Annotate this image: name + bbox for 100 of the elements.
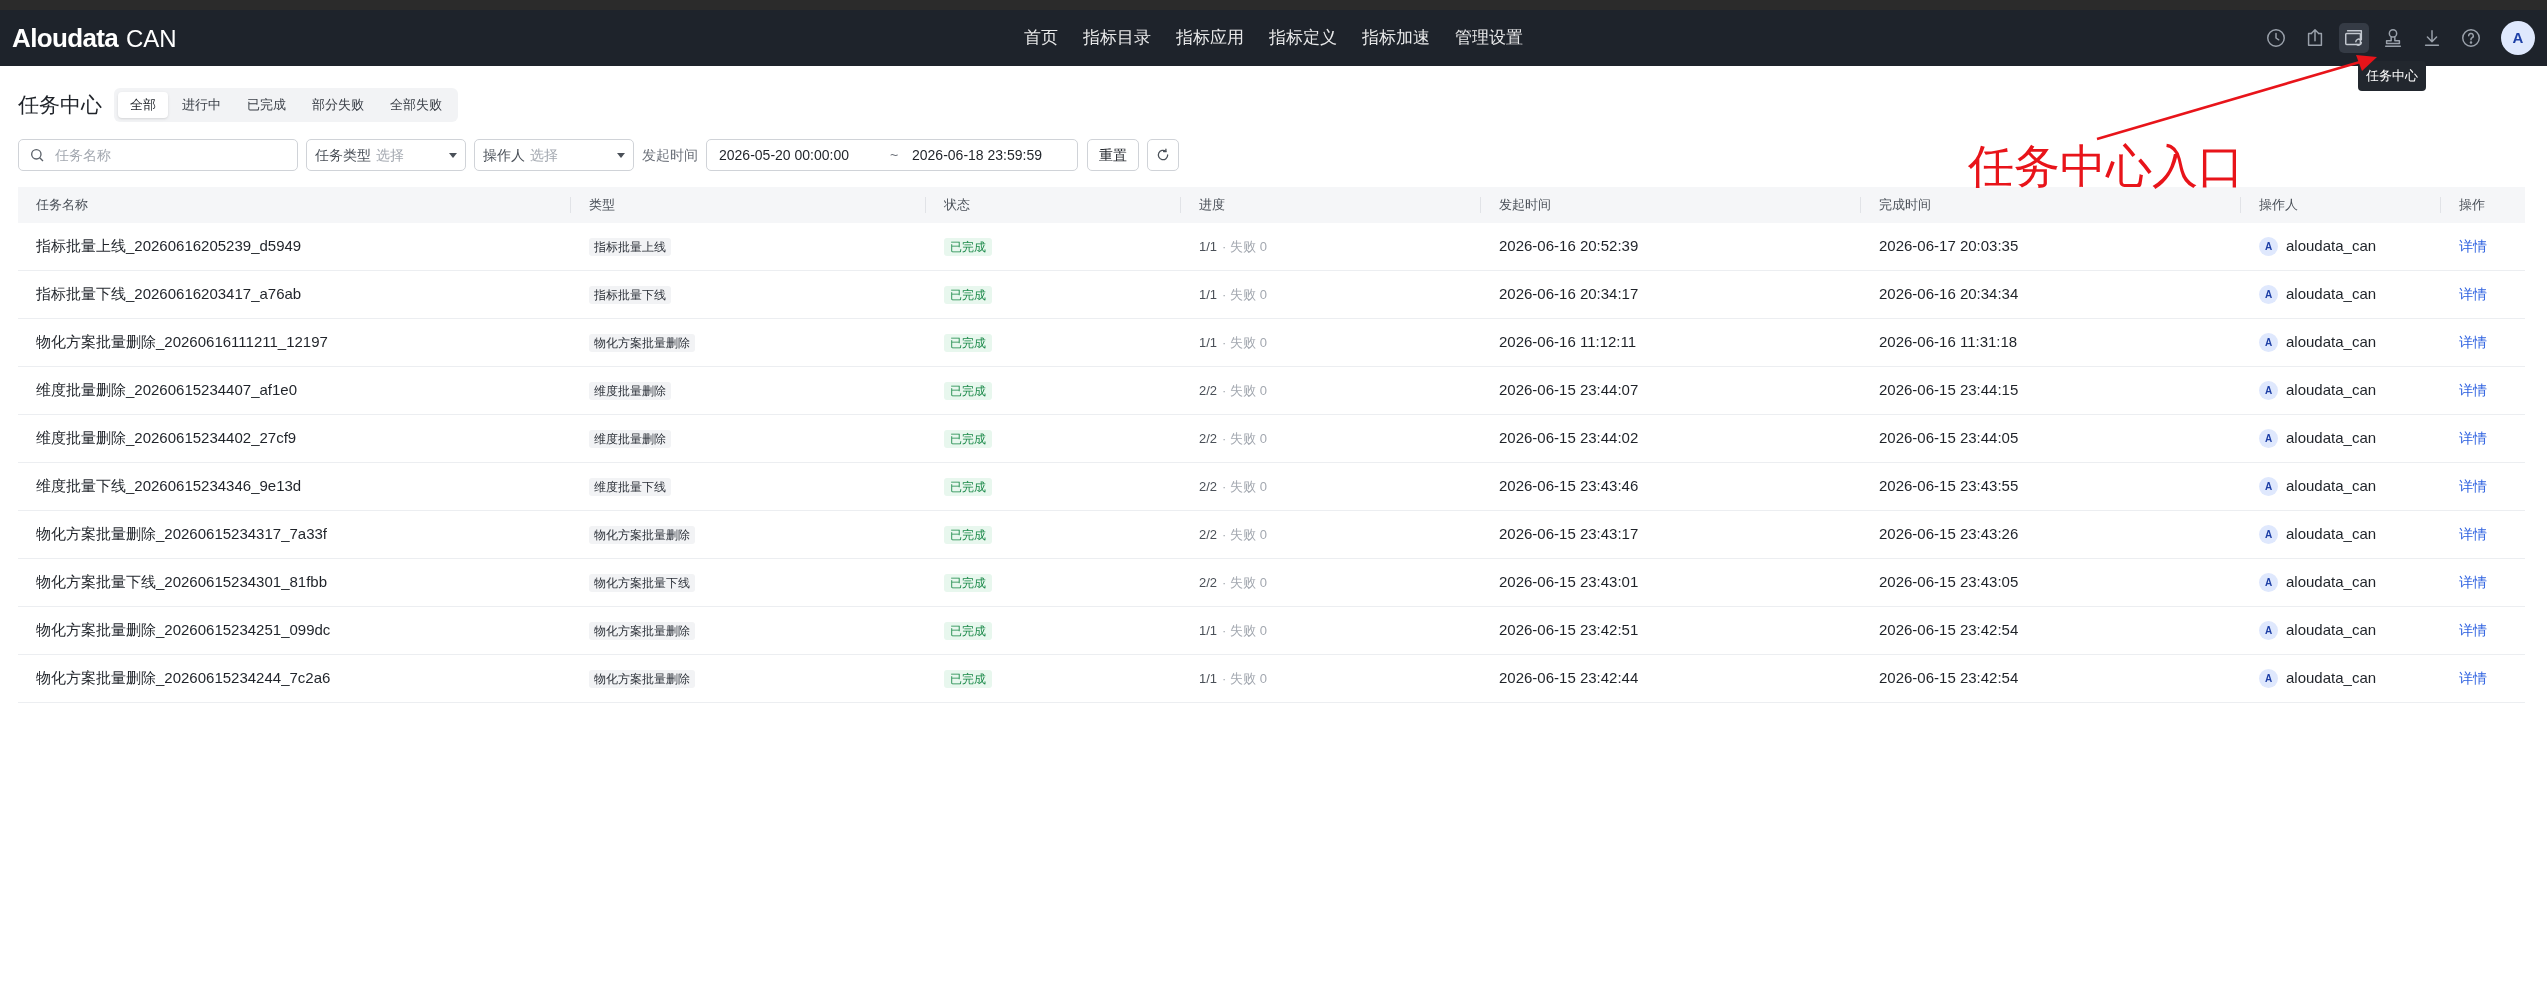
nav-link[interactable]: 管理设置 — [1455, 25, 1523, 51]
status-tab[interactable]: 部分失败 — [300, 92, 376, 118]
user-avatar[interactable]: A — [2501, 21, 2535, 55]
table-cell: 维度批量删除_20260615234407_af1e0 — [36, 381, 297, 399]
nav-link[interactable]: 指标应用 — [1176, 25, 1244, 51]
progress-count: 1/1 — [1199, 285, 1218, 304]
operator-name: aloudata_can — [2286, 572, 2377, 593]
nav-link[interactable]: 指标加速 — [1362, 25, 1430, 51]
operator-avatar: A — [2259, 477, 2278, 496]
details-link[interactable]: 详情 — [2459, 382, 2487, 399]
type-tag: 物化方案批量删除 — [589, 670, 695, 689]
column-header: 类型 — [589, 196, 615, 215]
select-field[interactable]: 操作人 选择 — [474, 139, 634, 171]
type-tag: 指标批量下线 — [589, 286, 671, 305]
status-tab[interactable]: 已完成 — [235, 92, 298, 118]
table-cell: 2026-06-15 23:42:44 — [1499, 669, 1639, 687]
table-cell: 2026-06-15 23:43:46 — [1499, 477, 1639, 495]
details-link[interactable]: 详情 — [2459, 286, 2487, 303]
refresh-button[interactable] — [1147, 139, 1179, 171]
nav-link[interactable]: 首页 — [1024, 25, 1058, 51]
table-cell: 指标批量下线_20260616203417_a76ab — [36, 285, 302, 303]
column-header: 操作人 — [2259, 196, 2298, 215]
table-cell: 2026-06-16 20:34:17 — [1499, 285, 1639, 303]
failed-count: · 失败 0 — [1222, 573, 1267, 592]
table-cell: 物化方案批量删除_20260615234317_7a33f — [36, 525, 327, 543]
progress-count: 2/2 — [1199, 573, 1218, 592]
operator-avatar: A — [2259, 237, 2278, 256]
table-cell: 2026-06-15 23:42:51 — [1499, 621, 1639, 639]
stamp-icon — [2382, 27, 2404, 49]
table-cell: 物化方案批量删除_20260616111211_12197 — [36, 333, 328, 351]
search-field[interactable]: 任务名称 — [18, 139, 298, 171]
caret-icon — [449, 152, 457, 158]
details-link[interactable]: 详情 — [2459, 430, 2487, 447]
operator-avatar: A — [2259, 573, 2278, 592]
status-tab[interactable]: 进行中 — [170, 92, 233, 118]
type-tag: 维度批量下线 — [589, 478, 671, 497]
table-cell: 2026-06-15 23:44:15 — [1879, 381, 2019, 399]
details-link[interactable]: 详情 — [2459, 334, 2487, 351]
operator-name: aloudata_can — [2286, 524, 2377, 545]
failed-count: · 失败 0 — [1222, 285, 1267, 304]
operator-avatar: A — [2259, 333, 2278, 352]
table-cell: 维度批量下线_20260615234346_9e13d — [36, 477, 302, 495]
type-tag: 维度批量删除 — [589, 382, 671, 401]
column-header: 发起时间 — [1499, 196, 1551, 215]
table-cell: 2026-06-15 23:43:26 — [1879, 525, 2019, 543]
details-link[interactable]: 详情 — [2459, 622, 2487, 639]
table-cell: 2026-06-15 23:44:07 — [1499, 381, 1639, 399]
logo-text: Aloudata — [12, 21, 119, 55]
operator-name: aloudata_can — [2286, 332, 2377, 353]
table-cell: 2026-06-16 11:31:18 — [1879, 333, 2018, 351]
progress-count: 1/1 — [1199, 621, 1218, 640]
operator-avatar: A — [2259, 285, 2278, 304]
table-cell: 物化方案批量删除_20260615234251_099dc — [36, 621, 331, 639]
type-tag: 物化方案批量删除 — [589, 334, 695, 353]
status-tab[interactable]: 全部失败 — [378, 92, 454, 118]
select-field[interactable]: 任务类型 选择 — [306, 139, 466, 171]
progress-count: 2/2 — [1199, 381, 1218, 400]
failed-count: · 失败 0 — [1222, 333, 1267, 352]
details-link[interactable]: 详情 — [2459, 574, 2487, 591]
type-tag: 物化方案批量删除 — [589, 526, 695, 545]
progress-count: 1/1 — [1199, 669, 1218, 688]
details-link[interactable]: 详情 — [2459, 238, 2487, 255]
status-tab[interactable]: 全部 — [118, 92, 168, 118]
progress-count: 1/1 — [1199, 333, 1218, 352]
column-header: 状态 — [944, 196, 970, 215]
table-cell: 物化方案批量删除_20260615234244_7c2a6 — [36, 669, 331, 687]
table-cell: 维度批量删除_20260615234402_27cf9 — [36, 429, 297, 447]
annotation-text: 任务中心入口 — [1968, 143, 2244, 189]
status-tag: 已完成 — [944, 526, 992, 545]
operator-name: aloudata_can — [2286, 236, 2377, 257]
status-tag: 已完成 — [944, 334, 992, 353]
failed-count: · 失败 0 — [1222, 525, 1267, 544]
column-header: 任务名称 — [36, 196, 88, 215]
progress-count: 2/2 — [1199, 477, 1218, 496]
operator-avatar: A — [2259, 621, 2278, 640]
date-range-field[interactable]: 2026-05-20 00:00:00 ~ 2026-06-18 23:59:59 — [706, 139, 1078, 171]
nav-link[interactable]: 指标目录 — [1083, 25, 1151, 51]
details-link[interactable]: 详情 — [2459, 670, 2487, 687]
page-title: 任务中心 — [18, 92, 102, 119]
status-tag: 已完成 — [944, 622, 992, 641]
search-icon — [29, 147, 45, 163]
operator-name: aloudata_can — [2286, 668, 2377, 689]
table-cell: 物化方案批量下线_20260615234301_81fbb — [36, 573, 327, 591]
progress-count: 2/2 — [1199, 525, 1218, 544]
status-tag: 已完成 — [944, 670, 992, 689]
product-name: CAN — [126, 23, 177, 54]
progress-count: 1/1 — [1199, 237, 1218, 256]
failed-count: · 失败 0 — [1222, 381, 1267, 400]
task-center-button[interactable] — [2339, 23, 2369, 53]
nav-link[interactable]: 指标定义 — [1269, 25, 1337, 51]
details-link[interactable]: 详情 — [2459, 526, 2487, 543]
task-center-icon — [2343, 27, 2365, 49]
table-cell: 2026-06-15 23:43:17 — [1499, 525, 1639, 543]
table-cell: 2026-06-15 23:44:02 — [1499, 429, 1639, 447]
operator-name: aloudata_can — [2286, 284, 2377, 305]
details-link[interactable]: 详情 — [2459, 478, 2487, 495]
clock-icon — [2265, 27, 2287, 49]
failed-count: · 失败 0 — [1222, 237, 1267, 256]
reset-button[interactable]: 重置 — [1087, 139, 1139, 171]
type-tag: 维度批量删除 — [589, 430, 671, 449]
